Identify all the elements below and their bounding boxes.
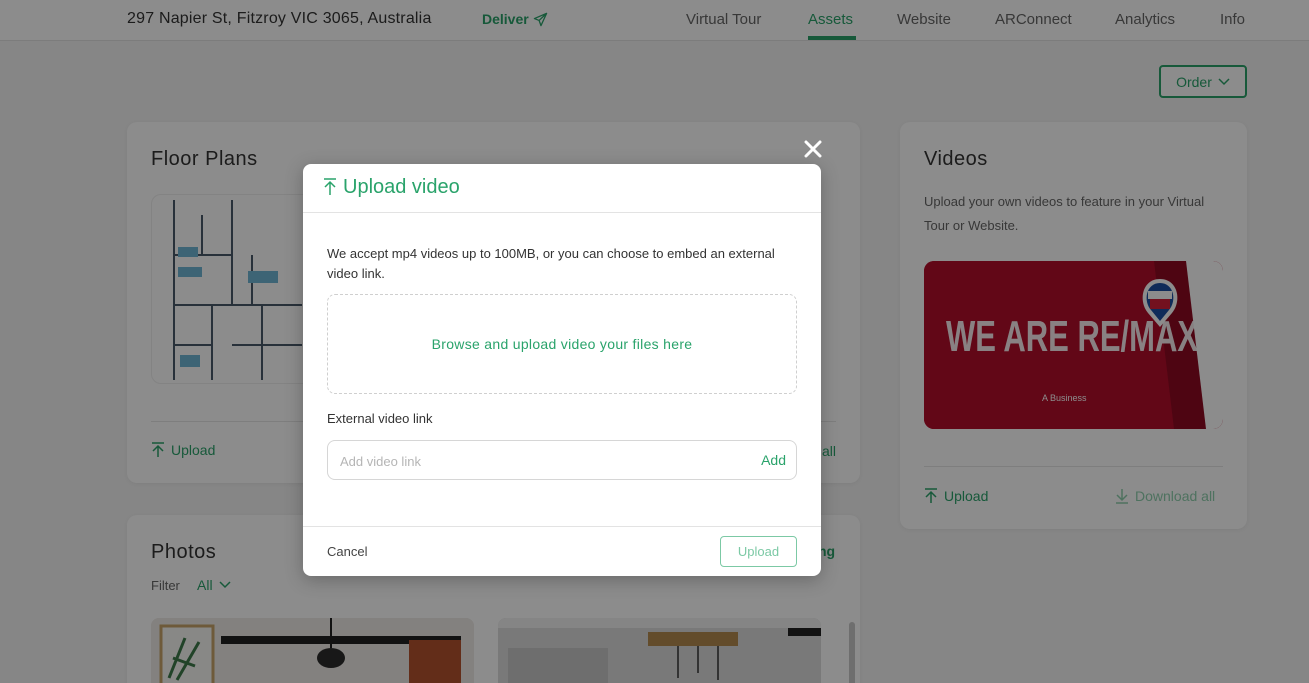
modal-description: We accept mp4 videos up to 100MB, or you… bbox=[327, 246, 775, 281]
upload-arrow-icon bbox=[324, 178, 336, 195]
cancel-button[interactable]: Cancel bbox=[327, 544, 367, 559]
external-link-label: External video link bbox=[327, 411, 433, 426]
video-link-input[interactable] bbox=[340, 451, 740, 471]
upload-video-modal: Upload video We accept mp4 videos up to … bbox=[303, 164, 821, 576]
external-link-field: Add bbox=[327, 440, 797, 480]
upload-button[interactable]: Upload bbox=[720, 536, 797, 567]
add-link-button[interactable]: Add bbox=[761, 452, 786, 468]
close-icon bbox=[804, 140, 822, 158]
modal-title: Upload video bbox=[343, 176, 460, 198]
close-modal-button[interactable] bbox=[801, 137, 825, 161]
modal-footer: Cancel Upload bbox=[303, 526, 821, 576]
video-dropzone[interactable]: Browse and upload video your files here bbox=[327, 294, 797, 394]
modal-header: Upload video bbox=[303, 164, 821, 213]
dropzone-text: Browse and upload video your files here bbox=[431, 336, 693, 352]
